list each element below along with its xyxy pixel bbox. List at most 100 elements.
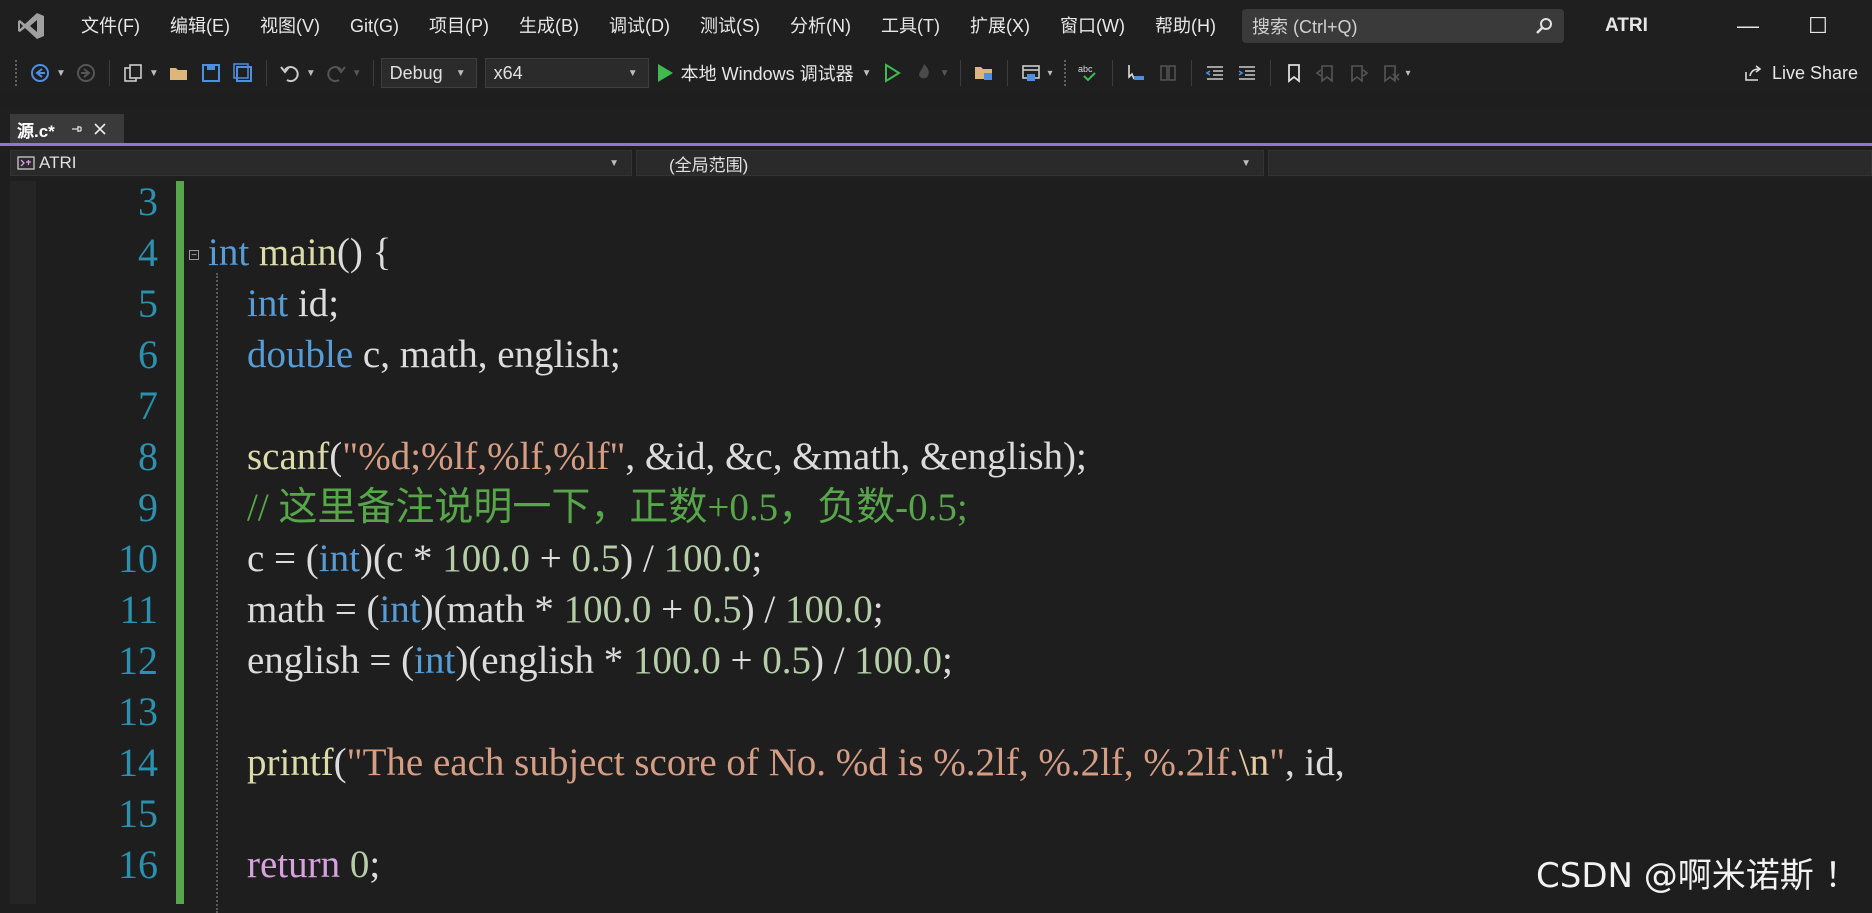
watermark: CSDN @啊米诺斯 ！ xyxy=(1536,856,1859,896)
outdent-icon[interactable] xyxy=(1201,59,1229,87)
toolbar-grip[interactable] xyxy=(1062,59,1067,87)
hot-reload-dropdown-icon[interactable]: ▼ xyxy=(940,68,950,79)
back-dropdown-icon[interactable]: ▼ xyxy=(56,68,66,79)
menu-item[interactable]: 视图(V) xyxy=(245,0,335,52)
pin-icon[interactable] xyxy=(69,122,83,136)
start-without-debugging-icon[interactable] xyxy=(878,59,906,87)
hot-reload-icon[interactable] xyxy=(910,59,938,87)
line-number: 8 xyxy=(138,434,158,479)
code-line[interactable]: int id; xyxy=(208,278,339,329)
navigation-bar: ATRI ▼ (全局范围) ▼ xyxy=(10,150,1872,180)
indicator-margin[interactable] xyxy=(10,181,36,904)
search-input[interactable]: 搜索 (Ctrl+Q) xyxy=(1242,9,1564,43)
active-tab-accent xyxy=(0,143,1872,146)
change-tracking-bar xyxy=(176,181,184,904)
project-select[interactable]: ATRI ▼ xyxy=(10,150,632,176)
line-number: 13 xyxy=(118,689,158,734)
project-name: ATRI xyxy=(39,153,77,172)
navigate-forward-icon[interactable] xyxy=(72,59,100,87)
code-line[interactable]: int main() { xyxy=(208,227,391,278)
code-line[interactable]: double c, math, english; xyxy=(208,329,621,380)
navigate-back-icon[interactable] xyxy=(26,59,54,87)
code-line[interactable]: english = (int)(english * 100.0 + 0.5) /… xyxy=(208,635,953,686)
code-line[interactable]: // 这里备注说明一下，正数+0.5，负数-0.5; xyxy=(208,482,968,533)
svg-text:abc: abc xyxy=(1078,64,1093,74)
live-share-button[interactable]: Live Share xyxy=(1742,52,1858,94)
indent-icon[interactable] xyxy=(1233,59,1261,87)
menu-item[interactable]: 分析(N) xyxy=(775,0,866,52)
visual-studio-logo-icon[interactable] xyxy=(14,9,48,43)
previous-bookmark-icon[interactable] xyxy=(1312,59,1340,87)
menu-item[interactable]: 生成(B) xyxy=(504,0,594,52)
debug-target-dropdown-icon[interactable]: ▼ xyxy=(862,68,872,79)
next-bookmark-icon[interactable] xyxy=(1344,59,1372,87)
new-dropdown-icon[interactable]: ▼ xyxy=(149,68,159,79)
menu-item[interactable]: Git(G) xyxy=(335,0,414,52)
live-share-label: Live Share xyxy=(1771,62,1858,83)
close-icon[interactable] xyxy=(93,122,107,136)
chevron-down-icon: ▼ xyxy=(1241,157,1251,169)
redo-icon[interactable] xyxy=(322,59,350,87)
spell-check-icon[interactable]: abc xyxy=(1075,59,1103,87)
new-project-icon[interactable] xyxy=(119,59,147,87)
window-layout-icon[interactable] xyxy=(1017,59,1045,87)
share-icon xyxy=(1745,65,1762,81)
undo-icon[interactable] xyxy=(276,59,304,87)
bookmark-icon[interactable] xyxy=(1280,59,1308,87)
scope-select[interactable]: (全局范围) ▼ xyxy=(636,150,1264,176)
toggle-view-icon[interactable] xyxy=(1154,59,1182,87)
open-folder-icon[interactable] xyxy=(165,59,193,87)
line-number: 3 xyxy=(138,179,158,224)
search-placeholder: 搜索 (Ctrl+Q) xyxy=(1252,17,1358,37)
line-number: 9 xyxy=(138,485,158,530)
collapse-toggle-icon[interactable]: − xyxy=(189,250,199,261)
save-all-icon[interactable] xyxy=(229,59,257,87)
line-number: 7 xyxy=(138,383,158,428)
toolbar-separator xyxy=(265,60,267,86)
undo-dropdown-icon[interactable]: ▼ xyxy=(306,68,316,79)
solution-platform-select[interactable]: x64 ▼ xyxy=(484,58,649,88)
solution-explorer-icon[interactable] xyxy=(970,59,998,87)
menu-item[interactable]: 帮助(H) xyxy=(1140,0,1231,52)
code-line[interactable]: return 0; xyxy=(208,839,380,890)
toolbar-separator xyxy=(1111,60,1113,86)
code-line[interactable]: scanf("%d;%lf,%lf,%lf", &id, &c, &math, … xyxy=(208,431,1087,482)
save-icon[interactable] xyxy=(197,59,225,87)
menu-item[interactable]: 测试(S) xyxy=(685,0,775,52)
project-icon xyxy=(17,156,35,170)
menu-item[interactable]: 编辑(E) xyxy=(155,0,245,52)
configuration-value: Debug xyxy=(389,62,443,83)
layout-dropdown-icon[interactable]: ▾ xyxy=(1047,68,1052,79)
solution-name: ATRI xyxy=(1605,15,1648,36)
menu-item[interactable]: 文件(F) xyxy=(66,0,155,52)
toolbar-separator xyxy=(1007,60,1009,86)
search-icon xyxy=(1536,18,1552,34)
code-line[interactable]: printf("The each subject score of No. %d… xyxy=(208,737,1345,788)
maximize-button[interactable]: ☐ xyxy=(1790,0,1846,52)
code-editor[interactable]: − 3 4 5 6 7 8 9 10 11 12 13 14 15 16 int main() { int… xyxy=(10,179,1872,913)
line-number: 15 xyxy=(118,791,158,836)
menu-item[interactable]: 调试(D) xyxy=(594,0,685,52)
tab-label: 源.c* xyxy=(17,121,55,141)
line-number: 14 xyxy=(118,740,158,785)
toolbar-overflow-icon[interactable]: ▾ xyxy=(1406,68,1411,79)
tab-source-c[interactable]: 源.c* xyxy=(10,114,124,144)
toolbar-grip[interactable] xyxy=(14,59,18,87)
code-line[interactable]: math = (int)(math * 100.0 + 0.5) / 100.0… xyxy=(208,584,884,635)
chevron-down-icon: ▼ xyxy=(455,67,466,79)
code-line[interactable]: c = (int)(c * 100.0 + 0.5) / 100.0; xyxy=(208,533,762,584)
menu-item[interactable]: 工具(T) xyxy=(866,0,955,52)
line-number: 11 xyxy=(119,587,158,632)
minimize-button[interactable]: — xyxy=(1720,0,1776,52)
menu-item[interactable]: 扩展(X) xyxy=(955,0,1045,52)
menu-item[interactable]: 窗口(W) xyxy=(1045,0,1140,52)
clear-bookmarks-icon[interactable] xyxy=(1376,59,1404,87)
start-debugging-button[interactable]: 本地 Windows 调试器 ▼ xyxy=(655,60,876,86)
member-select[interactable] xyxy=(1268,150,1872,176)
toolbar-separator xyxy=(372,60,374,86)
solution-configuration-select[interactable]: Debug ▼ xyxy=(380,58,477,88)
select-text-icon[interactable] xyxy=(1122,59,1150,87)
menu-item[interactable]: 项目(P) xyxy=(414,0,504,52)
redo-dropdown-icon[interactable]: ▼ xyxy=(352,68,362,79)
line-number: 5 xyxy=(138,281,158,326)
